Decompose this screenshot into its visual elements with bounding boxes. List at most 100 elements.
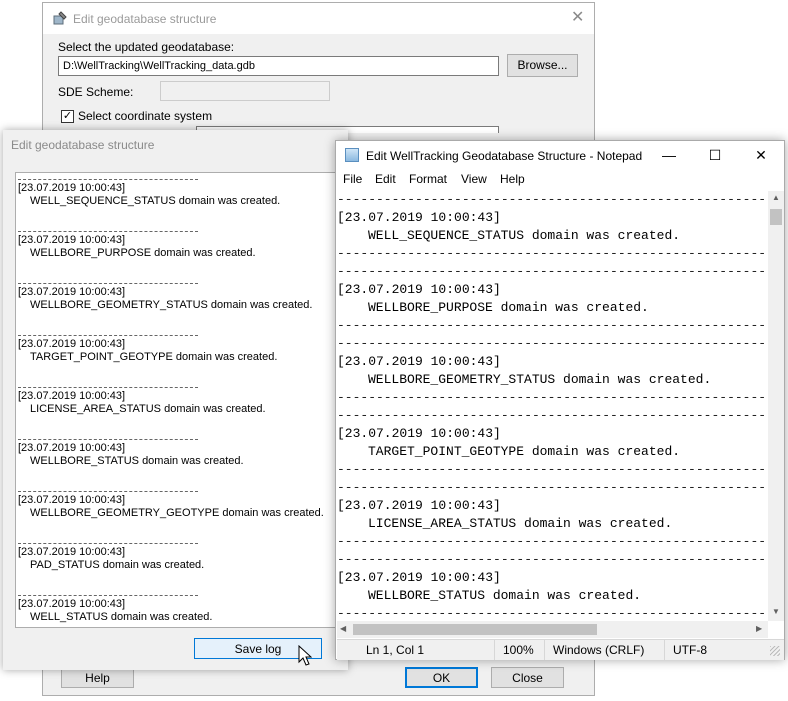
text-message: WELLBORE_STATUS domain was created.	[368, 588, 642, 603]
log-separator	[18, 225, 198, 232]
log-message: LICENSE_AREA_STATUS domain was created.	[30, 403, 266, 415]
log-dialog: Edit geodatabase structure [23.07.2019 1…	[3, 130, 348, 670]
zoom-level: 100%	[503, 643, 534, 657]
mouse-cursor-icon	[298, 645, 312, 666]
scroll-down-icon[interactable]: ▼	[772, 607, 780, 616]
text-timestamp: [23.07.2019 10:00:43]	[337, 570, 501, 585]
close-icon[interactable]: ✕	[738, 141, 784, 169]
text-separator: ----------------------------------------…	[337, 606, 768, 621]
notepad-icon	[345, 148, 359, 162]
log-timestamp: [23.07.2019 10:00:43]	[18, 494, 126, 506]
log-entry: [23.07.2019 10:00:43] WELL_SEQUENCE_STATU…	[16, 173, 342, 225]
log-entry: [23.07.2019 10:00:43] WELLBORE_PURPOSE do…	[16, 225, 342, 277]
log-separator	[18, 173, 198, 180]
help-button[interactable]: Help	[61, 667, 134, 688]
log-separator	[18, 329, 198, 336]
log-timestamp: [23.07.2019 10:00:43]	[18, 598, 126, 610]
text-separator: ----------------------------------------…	[337, 534, 768, 549]
scroll-up-icon[interactable]: ▲	[772, 193, 780, 202]
maximize-icon[interactable]: ☐	[692, 141, 738, 169]
text-message: WELLBORE_PURPOSE domain was created.	[368, 300, 649, 315]
text-message: TARGET_POINT_GEOTYPE domain was created.	[368, 444, 681, 459]
scroll-right-icon[interactable]: ▶	[756, 624, 762, 633]
encoding: UTF-8	[673, 643, 707, 657]
sde-scheme-label: SDE Scheme:	[58, 85, 134, 99]
log-entry: [23.07.2019 10:00:43] WELLBORE_GEOMETRY_S…	[16, 277, 342, 329]
log-separator	[18, 381, 198, 388]
log-dialog-title: Edit geodatabase structure	[11, 138, 155, 152]
notepad-window: Edit WellTracking Geodatabase Structure …	[335, 140, 785, 660]
menu-edit[interactable]: Edit	[375, 172, 396, 186]
log-message: WELLBORE_GEOMETRY_GEOTYPE domain was cre…	[30, 507, 324, 519]
log-message: TARGET_POINT_GEOTYPE domain was created.	[30, 351, 278, 363]
log-timestamp: [23.07.2019 10:00:43]	[18, 286, 126, 298]
log-separator	[18, 537, 198, 544]
menu-format[interactable]: Format	[409, 172, 447, 186]
log-timestamp: [23.07.2019 10:00:43]	[18, 182, 126, 194]
coord-system-label: Select coordinate system	[78, 109, 213, 123]
geodatabase-tool-icon	[53, 11, 67, 25]
log-timestamp: [23.07.2019 10:00:43]	[18, 338, 126, 350]
menu-help[interactable]: Help	[500, 172, 525, 186]
text-separator: ----------------------------------------…	[337, 246, 768, 261]
text-separator: ----------------------------------------…	[337, 192, 768, 207]
log-entry: [23.07.2019 10:00:43] PAD_STATUS domain w…	[16, 537, 342, 589]
log-message: PAD_STATUS domain was created.	[30, 559, 205, 571]
text-timestamp: [23.07.2019 10:00:43]	[337, 426, 501, 441]
log-message: WELL_STATUS domain was created.	[30, 611, 213, 623]
line-endings: Windows (CRLF)	[553, 643, 645, 657]
horizontal-scroll-thumb[interactable]	[353, 624, 597, 635]
select-gdb-label: Select the updated geodatabase:	[58, 40, 235, 54]
log-separator	[18, 485, 198, 492]
minimize-icon[interactable]: —	[646, 141, 692, 169]
text-timestamp: [23.07.2019 10:00:43]	[337, 354, 501, 369]
menu-view[interactable]: View	[461, 172, 487, 186]
vertical-scroll-thumb[interactable]	[770, 209, 782, 225]
notepad-title: Edit WellTracking Geodatabase Structure …	[366, 149, 643, 163]
log-entry: [23.07.2019 10:00:43] WELLBORE_STATUS dom…	[16, 433, 342, 485]
notepad-titlebar: Edit WellTracking Geodatabase Structure …	[336, 141, 784, 169]
ok-button[interactable]: OK	[405, 667, 478, 688]
log-message: WELLBORE_GEOMETRY_STATUS domain was crea…	[30, 299, 313, 311]
log-timestamp: [23.07.2019 10:00:43]	[18, 442, 126, 454]
browse-button[interactable]: Browse...	[507, 54, 578, 77]
log-message: WELL_SEQUENCE_STATUS domain was created.	[30, 195, 281, 207]
text-message: LICENSE_AREA_STATUS domain was created.	[368, 516, 673, 531]
text-message: WELLBORE_GEOMETRY_STATUS domain was crea…	[368, 372, 712, 387]
log-entry: [23.07.2019 10:00:43] TARGET_POINT_GEOTYP…	[16, 329, 342, 381]
text-separator: ----------------------------------------…	[337, 462, 768, 477]
text-separator: ----------------------------------------…	[337, 480, 768, 495]
cursor-position: Ln 1, Col 1	[366, 643, 425, 657]
log-timestamp: [23.07.2019 10:00:43]	[18, 546, 126, 558]
text-separator: ----------------------------------------…	[337, 318, 768, 333]
scroll-left-icon[interactable]: ◀	[340, 624, 346, 633]
coord-system-checkbox[interactable]: ✓	[61, 110, 74, 123]
log-separator	[18, 277, 198, 284]
close-button[interactable]: Close	[491, 667, 564, 688]
menu-file[interactable]: File	[343, 172, 362, 186]
log-message: WELLBORE_PURPOSE domain was created.	[30, 247, 256, 259]
text-separator: ----------------------------------------…	[337, 264, 768, 279]
log-separator	[18, 433, 198, 440]
vertical-scrollbar[interactable]: ▲ ▼	[768, 191, 784, 621]
log-timestamp: [23.07.2019 10:00:43]	[18, 390, 126, 402]
back-dialog-title: Edit geodatabase structure	[73, 12, 217, 26]
log-message: WELLBORE_STATUS domain was created.	[30, 455, 244, 467]
sde-scheme-field[interactable]	[160, 81, 330, 101]
gdb-path-field[interactable]: D:\WellTracking\WellTracking_data.gdb	[58, 56, 499, 76]
text-separator: ----------------------------------------…	[337, 408, 768, 423]
resize-grip-icon[interactable]	[770, 646, 780, 656]
text-separator: ----------------------------------------…	[337, 552, 768, 567]
back-dialog-titlebar: Edit geodatabase structure ✕	[43, 3, 594, 34]
log-timestamp: [23.07.2019 10:00:43]	[18, 234, 126, 246]
log-textbox[interactable]: [23.07.2019 10:00:43] WELL_SEQUENCE_STATU…	[15, 172, 343, 628]
log-entry: [23.07.2019 10:00:43] LICENSE_AREA_STATUS…	[16, 381, 342, 433]
text-timestamp: [23.07.2019 10:00:43]	[337, 282, 501, 297]
text-timestamp: [23.07.2019 10:00:43]	[337, 498, 501, 513]
notepad-text-area[interactable]: ----------------------------------------…	[337, 191, 768, 621]
close-icon[interactable]: ✕	[571, 10, 584, 26]
horizontal-scrollbar[interactable]: ◀ ▶	[337, 621, 768, 638]
notepad-statusbar: Ln 1, Col 1 100% Windows (CRLF) UTF-8	[337, 639, 784, 660]
text-timestamp: [23.07.2019 10:00:43]	[337, 210, 501, 225]
text-separator: ----------------------------------------…	[337, 390, 768, 405]
